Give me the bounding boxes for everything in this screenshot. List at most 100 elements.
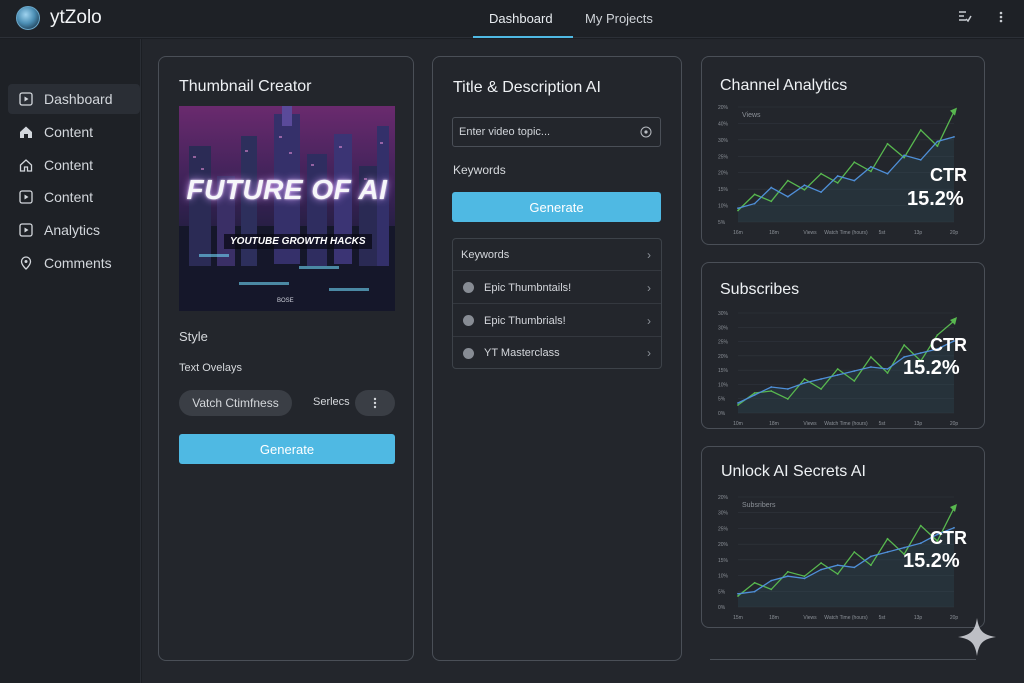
trend-arrow-head: [950, 504, 957, 512]
keywords-header-label: Keywords: [461, 248, 510, 261]
y-tick-label: 10%: [718, 382, 729, 388]
bullet-icon: [463, 315, 474, 326]
series-point: [936, 145, 939, 147]
y-tick-label: 25%: [718, 154, 729, 160]
add-circle-icon[interactable]: [640, 126, 652, 141]
sidebar-item-dashboard[interactable]: Dashboard: [8, 84, 140, 114]
x-tick-label: Views: [803, 615, 817, 621]
logo-avatar: [16, 6, 40, 30]
series-point: [886, 551, 889, 553]
home-icon: [18, 124, 34, 140]
series-point: [886, 537, 889, 540]
ctr-label: CTR: [930, 165, 967, 185]
title-generate-button[interactable]: Generate: [452, 192, 661, 222]
top-bar: ytZolo Dashboard My Projects: [0, 0, 1024, 38]
card-title: Unlock AI Secrets AI: [721, 463, 866, 480]
series-point: [919, 542, 922, 545]
series-point: [853, 566, 856, 569]
sidebar-item-content-3[interactable]: Content: [8, 182, 140, 212]
series-point: [936, 140, 939, 143]
divider: [710, 659, 976, 660]
keywords-list-header[interactable]: Keywords ›: [453, 239, 661, 271]
x-tick-label: Views: [803, 421, 817, 427]
series-point: [870, 564, 872, 567]
y-tick-label: 20%: [718, 105, 729, 111]
active-tab-indicator: [473, 36, 573, 38]
y-tick-label: 20%: [718, 542, 729, 548]
x-tick-label: Watch Time (hours): [824, 421, 868, 427]
y-tick-label: 0%: [718, 411, 726, 417]
series-point: [737, 209, 739, 212]
trend-arrow-head: [950, 107, 957, 116]
overlay-font-selector[interactable]: Vatch Ctimfness: [179, 390, 292, 416]
y-tick-label: 10%: [718, 574, 729, 580]
sidebar-item-comments[interactable]: Comments: [8, 248, 140, 278]
y-tick-label: 40%: [718, 121, 729, 127]
series-point: [820, 388, 822, 390]
more-options-button[interactable]: [355, 390, 395, 416]
tab-my-projects[interactable]: My Projects: [585, 11, 653, 26]
series-point: [919, 524, 922, 527]
thumbnail-headline: FUTURE OF AI: [186, 174, 388, 205]
card-title: Channel Analytics: [720, 77, 848, 94]
x-tick-label: 20p: [950, 230, 959, 236]
series-point: [919, 129, 922, 131]
series-point: [886, 368, 889, 370]
keyword-label: Epic Thumbrials!: [484, 314, 566, 327]
city-skyline-graphic: [179, 106, 395, 311]
x-tick-label: 5st: [879, 230, 886, 236]
series-point: [786, 179, 789, 182]
series-point: [870, 366, 872, 368]
sidebar-item-content[interactable]: Content: [8, 117, 140, 147]
series-point: [737, 404, 739, 406]
keyword-label: YT Masterclass: [484, 347, 560, 359]
play-square-icon: [18, 91, 34, 107]
sidebar-item-label: Content: [44, 189, 94, 205]
series-point: [820, 562, 822, 564]
series-point: [853, 380, 856, 382]
x-tick-label: 16m: [733, 230, 743, 236]
tab-dashboard[interactable]: Dashboard: [489, 11, 553, 26]
series-point: [870, 555, 872, 558]
series-point: [870, 356, 872, 358]
list-item[interactable]: Epic Thumbntails! ›: [453, 272, 661, 304]
checklist-icon[interactable]: [958, 10, 972, 27]
thumbnail-generate-button[interactable]: Generate: [179, 434, 395, 464]
ctr-value: 15.2%: [907, 188, 964, 210]
x-tick-label: 15m: [733, 615, 743, 621]
series-point: [803, 184, 806, 187]
list-item[interactable]: Epic Thumbrials! ›: [453, 305, 661, 337]
series-point: [853, 551, 856, 553]
y-tick-label: 15%: [718, 187, 729, 193]
list-item[interactable]: YT Masterclass ›: [453, 337, 661, 369]
x-tick-label: 13p: [914, 421, 923, 427]
series-point: [753, 394, 756, 396]
y-tick-label: 20%: [718, 354, 729, 360]
series-point: [836, 175, 839, 177]
series-point: [770, 386, 773, 388]
y-tick-label: 30%: [718, 311, 729, 317]
series-point: [786, 570, 789, 573]
series-point: [853, 370, 856, 372]
text-overlays-label: Text Ovelays: [179, 362, 242, 374]
series-point: [820, 172, 822, 175]
series-point: [886, 372, 889, 374]
x-tick-label: 18m: [769, 421, 779, 427]
thumbnail-subheadline: YOUTUBE GROWTH HACKS: [224, 234, 372, 249]
series-point: [786, 195, 789, 198]
thumbnail-preview[interactable]: FUTURE OF AI YOUTUBE GROWTH HACKS BOSE: [179, 106, 395, 311]
sidebar-item-content-2[interactable]: Content: [8, 150, 140, 180]
bullet-icon: [463, 347, 474, 359]
thumbnail-tag: BOSE: [277, 298, 294, 304]
more-vertical-icon[interactable]: [998, 10, 1004, 27]
y-tick-label: 30%: [718, 325, 729, 331]
x-tick-label: Watch Time (hours): [824, 615, 868, 621]
y-tick-label: 30%: [718, 138, 729, 144]
sidebar-item-analytics[interactable]: Analytics: [8, 215, 140, 245]
play-square-icon: [18, 222, 34, 238]
series-point: [770, 579, 773, 582]
series-point: [836, 374, 839, 376]
video-topic-input[interactable]: Enter video topic...: [452, 117, 661, 147]
play-square-icon: [18, 189, 34, 205]
series-point: [820, 378, 822, 380]
